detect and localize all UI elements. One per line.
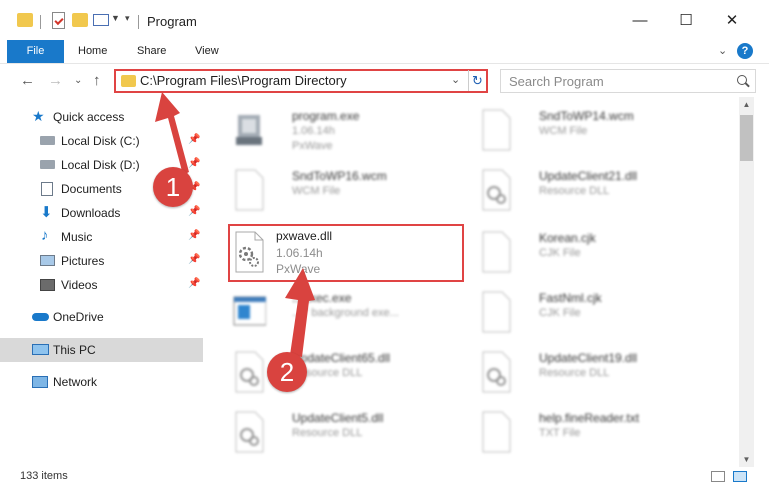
arrow-1 (155, 92, 189, 175)
arrow-2 (285, 268, 315, 357)
step-1-badge: 1 (153, 167, 193, 207)
step-2-badge: 2 (267, 352, 307, 392)
annotation-arrows (155, 92, 315, 357)
